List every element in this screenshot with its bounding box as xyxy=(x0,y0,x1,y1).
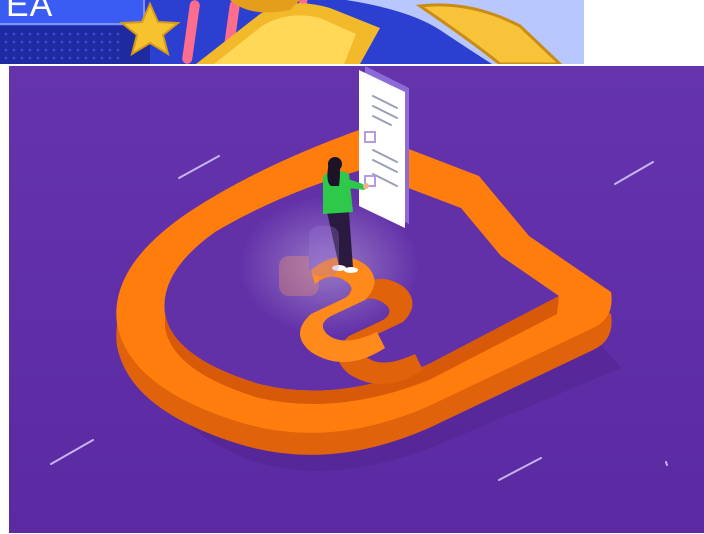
document-icon xyxy=(359,66,409,228)
top-banner-artwork: EA xyxy=(0,0,584,64)
security-shield-illustration xyxy=(9,66,704,533)
banner-label: EA xyxy=(6,0,54,24)
illustration-graphic xyxy=(9,66,704,533)
banner-graphic xyxy=(0,0,584,64)
